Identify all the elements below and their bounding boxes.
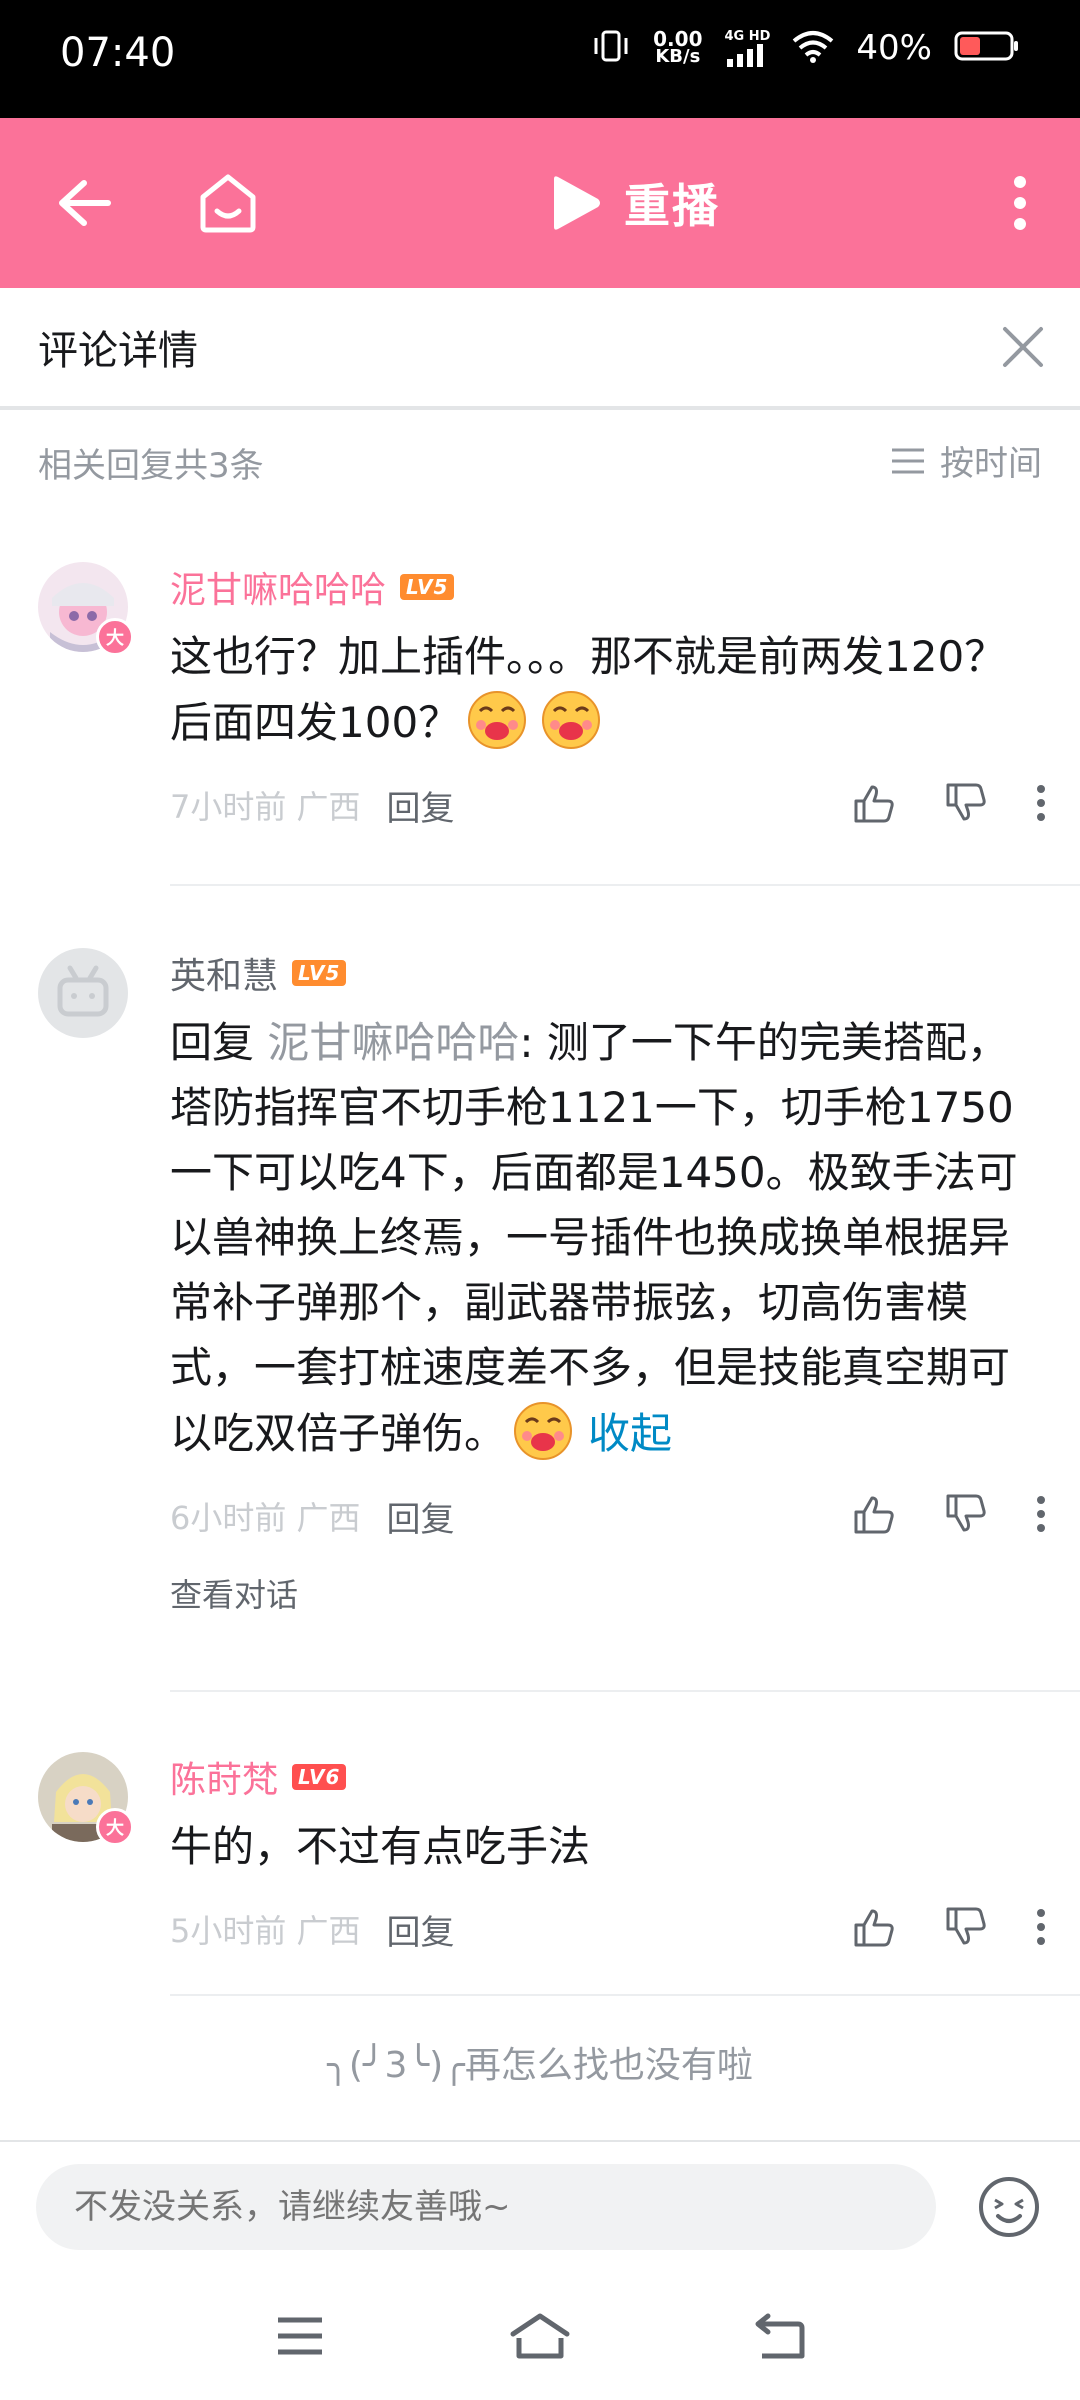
close-icon [1003, 327, 1043, 367]
level-badge: LV5 [292, 960, 347, 986]
comment-time-location: 7小时前 广西 [170, 788, 361, 826]
signal-bars-icon [726, 43, 763, 67]
thumbs-up-icon [854, 1496, 894, 1534]
emote-icon [542, 691, 601, 749]
comment-text: 回复 泥甘嘛哈哈哈: 测了一下午的完美搭配，塔防指挥官不切手枪1121一下，切手… [170, 1010, 1046, 1466]
reply-button[interactable]: 回复 [387, 781, 455, 830]
cellular-signal: 4G HD [725, 30, 770, 67]
comment-text: 这也行？加上插件。。。那不就是前两发120？后面四发100？ [170, 624, 1046, 755]
battery-icon [954, 30, 1020, 66]
wifi-icon [792, 29, 834, 67]
home-icon [200, 174, 256, 233]
status-bar: 07:40 0.00 KB/s 4G HD 40% [0, 0, 1080, 118]
network-speed: 0.00 KB/s [653, 27, 703, 67]
vibrate-icon [591, 28, 631, 68]
thumbs-down-icon [946, 783, 986, 821]
recent-apps-button[interactable] [260, 2304, 340, 2368]
view-conversation-link[interactable]: 查看对话 [170, 1570, 1046, 1616]
emoji-icon [979, 2177, 1039, 2237]
more-button[interactable] [980, 163, 1060, 243]
reply-count: 相关回复共3条 [38, 446, 264, 486]
play-icon [554, 176, 600, 230]
nav-home-icon [510, 2313, 570, 2359]
divider [170, 1994, 1080, 1996]
replay-button[interactable]: 重播 [548, 170, 720, 236]
emote-icon [514, 1402, 573, 1460]
system-nav-bar [0, 2270, 1080, 2400]
username[interactable]: 英和慧 [170, 947, 278, 999]
comment-detail-bar: 评论详情 [0, 288, 1080, 410]
sort-icon [892, 448, 924, 473]
avatar[interactable]: 大 [38, 1752, 134, 1846]
comment-input[interactable] [36, 2164, 936, 2250]
like-button[interactable] [852, 1905, 896, 1953]
battery-percentage: 40% [856, 28, 932, 68]
status-time: 07:40 [60, 30, 176, 76]
sort-label: 按时间 [940, 444, 1042, 484]
more-vertical-icon [1037, 1496, 1045, 1532]
end-of-list-note: ╮(╯3╰)╭再怎么找也没有啦 [327, 2045, 753, 2086]
close-button[interactable] [988, 312, 1058, 382]
level-badge: LV5 [400, 574, 455, 600]
comment-more-button[interactable] [1036, 1494, 1046, 1538]
level-badge: LV6 [292, 1764, 347, 1790]
page-title: 评论详情 [38, 328, 198, 374]
video-header: 重播 [0, 118, 1080, 288]
divider [170, 1690, 1080, 1692]
comment-more-button[interactable] [1036, 783, 1046, 827]
more-vertical-icon [1014, 176, 1026, 230]
home-button[interactable] [188, 163, 268, 243]
like-button[interactable] [852, 1492, 896, 1540]
thumbs-up-icon [854, 1909, 894, 1947]
back-arrow-icon [59, 180, 111, 226]
dislike-button[interactable] [944, 1492, 988, 1540]
more-vertical-icon [1037, 785, 1045, 821]
reply-button[interactable]: 回复 [387, 1492, 455, 1541]
avatar[interactable] [38, 948, 128, 1038]
collapse-link[interactable]: 收起 [588, 1409, 672, 1458]
comment-more-button[interactable] [1036, 1907, 1046, 1951]
username[interactable]: 陈莳梵 [170, 1751, 278, 1803]
reply-to-username[interactable]: 泥甘嘛哈哈哈 [267, 1018, 519, 1067]
dislike-button[interactable] [944, 781, 988, 829]
menu-icon [278, 2317, 322, 2355]
avatar[interactable]: 大 [38, 562, 134, 656]
thumbs-up-icon [854, 785, 894, 823]
comment-text: 牛的，不过有点吃手法 [170, 1822, 591, 1871]
sort-by-time-button[interactable]: 按时间 [890, 436, 1042, 485]
replay-label: 重播 [624, 179, 720, 233]
username[interactable]: 泥甘嘛哈哈哈 [170, 561, 386, 613]
reply-button[interactable]: 回复 [387, 1905, 455, 1954]
vip-badge: 大 [96, 1808, 134, 1846]
back-button[interactable] [44, 163, 124, 243]
comment-input-bar [0, 2140, 1080, 2272]
dislike-button[interactable] [944, 1905, 988, 1953]
status-icons: 0.00 KB/s 4G HD 40% [591, 28, 1020, 68]
emoji-button[interactable] [974, 2172, 1044, 2242]
comment-time-location: 5小时前 广西 [170, 1912, 361, 1950]
thumbs-down-icon [946, 1494, 986, 1532]
divider [170, 884, 1080, 886]
comment-time-location: 6小时前 广西 [170, 1499, 361, 1537]
nav-home-button[interactable] [500, 2304, 580, 2368]
like-button[interactable] [852, 781, 896, 829]
nav-back-icon [755, 2313, 805, 2359]
nav-back-button[interactable] [740, 2304, 820, 2368]
vip-badge: 大 [96, 618, 134, 656]
emote-icon [468, 691, 527, 749]
thumbs-down-icon [946, 1907, 986, 1945]
more-vertical-icon [1037, 1909, 1045, 1945]
